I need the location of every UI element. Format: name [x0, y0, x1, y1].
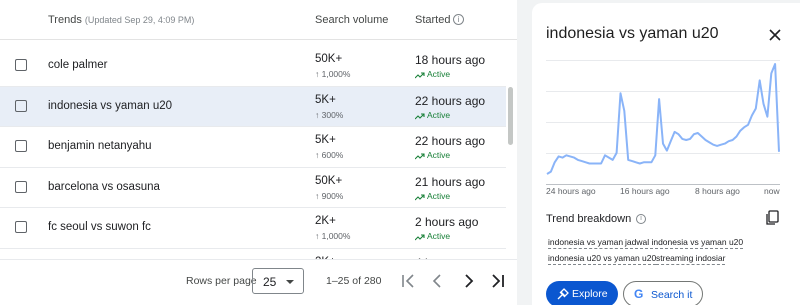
updated-timestamp: (Updated Sep 29, 4:09 PM)	[84, 15, 195, 25]
trend-term[interactable]: barcelona vs osasuna	[48, 181, 160, 193]
header-search-volume[interactable]: Search volume	[315, 14, 388, 26]
first-page-icon[interactable]	[397, 270, 419, 292]
volume-change: ↑ 600%	[315, 150, 344, 160]
page-range: 1–25 of 280	[326, 275, 382, 287]
row-checkbox[interactable]	[15, 99, 27, 112]
volume-change: ↑ 300%	[315, 109, 344, 120]
x-label-24h: 24 hours ago	[546, 186, 596, 196]
volume-change: ↑ 900%	[315, 190, 344, 201]
rows-per-page-label: Rows per page	[186, 275, 257, 287]
google-icon: G	[634, 287, 644, 301]
row-checkbox[interactable]	[15, 59, 27, 71]
table-row[interactable]: fc seoul vs suwon fc 2K+ ↑ 1,000% 2 hours a…	[0, 208, 506, 249]
table-header: Trends (Updated Sep 29, 4:09 PM) Search v…	[0, 0, 517, 40]
table-row[interactable]: indonesia vs yaman u20 5K+ ↑ 300% 22 hours …	[0, 86, 506, 127]
trend-breakdown-title: Trend breakdown	[546, 213, 632, 225]
close-icon[interactable]	[768, 28, 782, 42]
header-trends[interactable]: Trends (Updated Sep 29, 4:09 PM)	[48, 14, 194, 26]
trend-term[interactable]: benjamin netanyahu	[48, 140, 152, 152]
explore-icon	[557, 288, 569, 300]
breakdown-chip[interactable]: indonesia vs yaman	[548, 237, 624, 249]
last-page-icon[interactable]	[487, 270, 509, 292]
started-time: 22 hours ago	[415, 93, 486, 108]
status-active: Active	[414, 69, 450, 79]
started-time: 21 hours ago	[415, 174, 486, 189]
trend-chart-svg	[546, 60, 780, 185]
trending-up-icon	[414, 234, 425, 241]
status-active: Active	[414, 191, 450, 201]
trends-table: Trends (Updated Sep 29, 4:09 PM) Search v…	[0, 0, 517, 305]
trending-up-icon	[414, 153, 425, 160]
header-started[interactable]: Started	[415, 14, 450, 26]
breakdown-chip[interactable]: jadwal indonesia vs yaman u20	[625, 237, 744, 249]
search-volume: 5K+	[315, 93, 336, 106]
dropdown-arrow-icon	[286, 280, 294, 284]
explore-label: Explore	[572, 288, 608, 300]
table-row[interactable]: benjamin netanyahu 5K+ ↑ 600% 22 hours ago A…	[0, 127, 506, 168]
trending-up-icon	[414, 193, 425, 200]
trend-term[interactable]: cole palmer	[48, 59, 107, 71]
started-time: 2 hours ago	[415, 215, 479, 229]
x-label-8h: 8 hours ago	[695, 186, 740, 196]
search-it-label: Search it	[651, 289, 693, 301]
panel-title: indonesia vs yaman u20	[546, 25, 719, 42]
trend-term[interactable]: indonesia vs yaman u20	[48, 100, 172, 112]
row-checkbox[interactable]	[15, 140, 27, 152]
trend-line	[546, 63, 780, 175]
next-page-icon[interactable]	[457, 270, 479, 292]
search-it-button[interactable]: G Search it	[623, 281, 703, 305]
rows-per-page-select[interactable]: 25	[252, 268, 304, 294]
info-icon[interactable]: i	[636, 214, 646, 224]
row-checkbox[interactable]	[15, 221, 27, 233]
rows-per-page-value: 25	[263, 275, 277, 289]
trending-up-icon	[414, 72, 425, 79]
volume-change: ↑ 1,000%	[315, 69, 351, 79]
search-volume: 50K+	[315, 53, 343, 65]
scrollbar[interactable]	[508, 87, 513, 145]
status-active: Active	[414, 231, 450, 241]
volume-change: ↑ 1,000%	[315, 231, 351, 241]
search-volume: 2K+	[315, 215, 336, 227]
table-row[interactable]: barcelona vs osasuna 50K+ ↑ 900% 21 hours a…	[0, 168, 506, 208]
search-volume: 5K+	[315, 134, 336, 146]
explore-button[interactable]: Explore	[546, 281, 618, 305]
status-active: Active	[414, 110, 450, 120]
copy-icon[interactable]	[765, 210, 779, 226]
trend-detail-panel: indonesia vs yaman u20 24 hours ago 16 h…	[532, 3, 800, 305]
table-row[interactable]: cole palmer 50K+ ↑ 1,000% 18 hours ago Activ…	[0, 46, 506, 87]
previous-page-icon[interactable]	[427, 270, 449, 292]
x-label-16h: 16 hours ago	[620, 186, 670, 196]
pagination: Rows per page 25 1–25 of 280	[0, 259, 517, 305]
breakdown-chip[interactable]: indonesia u20 vs yaman u20	[548, 253, 657, 265]
trending-up-icon	[414, 112, 425, 119]
trends-rows: cole palmer 50K+ ↑ 1,000% 18 hours ago Activ…	[0, 46, 506, 289]
info-icon[interactable]: i	[453, 14, 464, 25]
breakdown-chip[interactable]: streaming indosiar	[656, 253, 726, 265]
started-time: 22 hours ago	[415, 134, 486, 148]
trend-chart	[546, 60, 780, 185]
search-volume: 50K+	[315, 174, 343, 187]
status-active: Active	[414, 150, 450, 160]
row-checkbox[interactable]	[15, 180, 27, 193]
trend-term[interactable]: fc seoul vs suwon fc	[48, 221, 151, 233]
started-time: 18 hours ago	[415, 53, 486, 67]
x-label-now: now	[764, 186, 780, 196]
